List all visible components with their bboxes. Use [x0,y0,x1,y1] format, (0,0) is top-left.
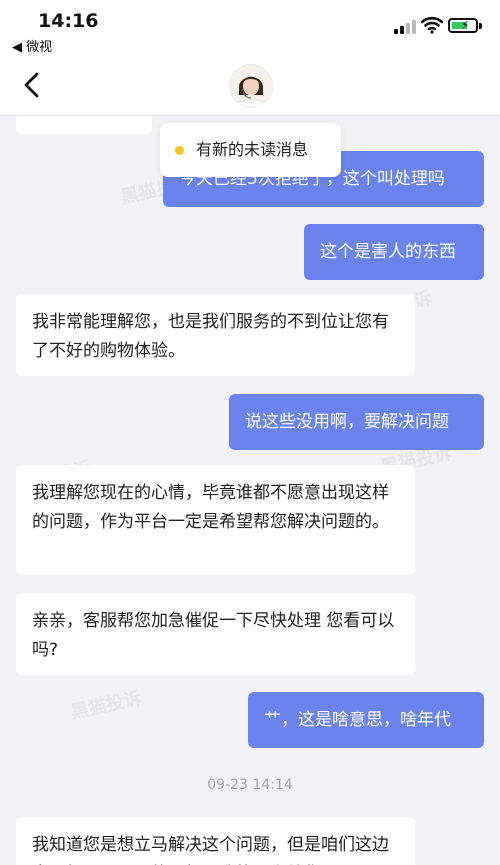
received-message-partial [16,116,152,134]
received-message: 亲亲，客服帮您加急催促一下尽快处理 您看可以吗? [16,593,415,675]
status-time: 14:16 [38,10,99,32]
cellular-signal-icon [394,20,418,34]
wifi-icon [421,16,443,34]
received-message: 我理解您现在的心情，毕竟谁都不愿意出现这样的问题，作为平台一定是希望帮您解决问题… [16,465,415,575]
unread-dot-icon [175,146,184,155]
message-timestamp: 09-23 14:14 [207,777,293,793]
chat-message-list[interactable]: 黑猫投诉 黑猫投诉 黑猫投诉 黑猫投诉 黑猫投诉 今天已经5次拒绝了，这个叫处理… [0,116,500,865]
sent-message: 这个是害人的东西 [304,224,484,280]
back-arrow-icon[interactable] [20,70,46,100]
back-to-app-link[interactable]: ◀ 微视 [12,36,52,55]
battery-icon: ⚡ [448,18,478,33]
unread-notice-label: 有新的未读消息 [196,140,309,159]
sent-message: 艹，这是啥意思，啥年代 [248,692,484,748]
chat-header [0,58,500,116]
battery-cap [479,23,482,29]
received-message: 我非常能理解您，也是我们服务的不到位让您有了不好的购物体验。 [16,294,415,376]
received-message: 我知道您是想立马解决这个问题，但是咱们这边客服权限是不同的，如果我能马上给您 [16,817,415,865]
unread-messages-notice[interactable]: 有新的未读消息 [160,123,341,177]
agent-avatar[interactable] [229,64,273,108]
sent-message: 说这些没用啊，要解决问题 [229,394,484,450]
status-bar: 14:16 ◀ 微视 ⚡ [0,0,500,58]
agent-avatar-image [230,65,272,107]
watermark: 黑猫投诉 [68,687,144,724]
